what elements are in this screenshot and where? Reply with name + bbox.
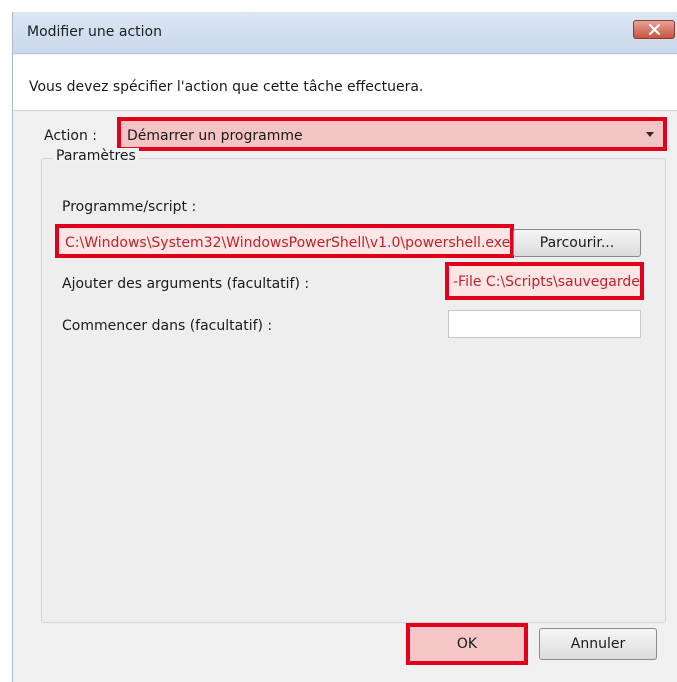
arguments-label: Ajouter des arguments (facultatif) : [62, 276, 310, 292]
window-title: Modifier une action [27, 24, 162, 40]
action-dropdown-value: Démarrer un programme [127, 128, 303, 144]
action-dropdown[interactable]: Démarrer un programme [117, 117, 667, 151]
action-label: Action : [44, 128, 98, 144]
browse-button[interactable]: Parcourir... [513, 229, 641, 257]
arguments-field[interactable]: -File C:\Scripts\sauvegarde.ps1 [445, 262, 644, 300]
cancel-button[interactable]: Annuler [539, 628, 657, 660]
start-in-field[interactable] [448, 310, 641, 338]
title-bar: Modifier une action [13, 12, 677, 54]
instruction-panel: Vous devez spécifier l'action que cette … [13, 55, 677, 111]
program-field-value: C:\Windows\System32\WindowsPowerShell\v1… [65, 235, 511, 251]
parameters-legend: Paramètres [53, 148, 139, 164]
program-label: Programme/script : [62, 199, 197, 215]
ok-button[interactable]: OK [406, 623, 528, 665]
instruction-text: Vous devez spécifier l'action que cette … [29, 79, 424, 95]
arguments-field-value: -File C:\Scripts\sauvegarde.ps1 [453, 274, 644, 290]
program-field[interactable]: C:\Windows\System32\WindowsPowerShell\v1… [55, 224, 514, 258]
close-button[interactable] [633, 20, 675, 39]
start-in-label: Commencer dans (facultatif) : [62, 318, 273, 334]
dialog-window: Modifier une action Vous devez spécifier… [12, 12, 677, 682]
chevron-down-icon [646, 132, 654, 137]
close-icon [648, 24, 660, 35]
